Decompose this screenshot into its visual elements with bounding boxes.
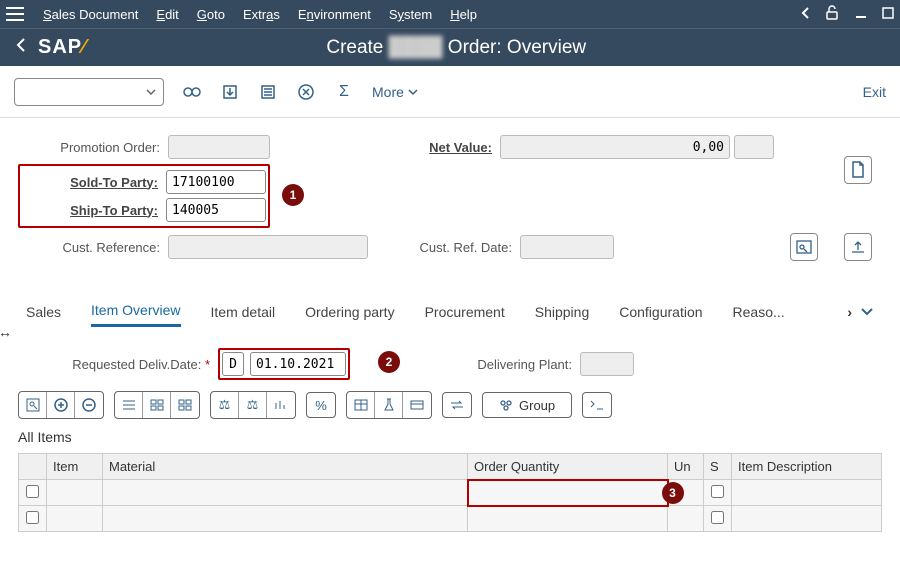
delivering-plant-label: Delivering Plant: <box>460 357 580 372</box>
menu-system[interactable]: System <box>389 7 432 22</box>
table-icon[interactable] <box>347 392 375 418</box>
col-s[interactable]: S <box>704 454 732 480</box>
scales2-icon[interactable]: ⚖ <box>239 392 267 418</box>
settings-icon[interactable] <box>582 392 612 418</box>
menu-help[interactable]: Help <box>450 7 477 22</box>
all-items-title: All Items <box>18 429 882 445</box>
menu-sales-document[interactable]: Sales Document <box>43 7 138 22</box>
req-delivery-date-label: Requested Deliv.Date: <box>18 357 218 372</box>
menu-edit[interactable]: Edit <box>156 7 178 22</box>
col-description[interactable]: Item Description <box>732 454 882 480</box>
add-icon[interactable] <box>47 392 75 418</box>
cust-ref-label: Cust. Reference: <box>18 240 168 255</box>
item-toolbar: ⚖ ⚖ % Group <box>18 391 882 419</box>
col-order-qty[interactable]: Order Quantity <box>468 454 668 480</box>
scales-icon[interactable]: ⚖ <box>211 392 239 418</box>
minimize-icon[interactable] <box>854 6 868 23</box>
cust-ref-date-field[interactable] <box>520 235 614 259</box>
header-form: Promotion Order: Net Value: Sold-To Part… <box>0 118 900 276</box>
cancel-icon[interactable] <box>296 82 316 102</box>
sum-icon[interactable]: Σ <box>334 82 354 102</box>
table-row[interactable] <box>19 506 882 532</box>
expand-arrow-icon[interactable]: ↔ <box>0 324 12 340</box>
tabs-ellipsis-icon[interactable]: › <box>847 304 852 320</box>
remove-icon[interactable] <box>75 392 103 418</box>
exit-link[interactable]: Exit <box>863 84 886 100</box>
more-menu[interactable]: More <box>372 84 419 100</box>
cust-ref-date-label: Cust. Ref. Date: <box>410 240 520 255</box>
col-material[interactable]: Material <box>103 454 468 480</box>
tab-configuration[interactable]: Configuration <box>619 298 702 326</box>
page-title: Create ████ Order: Overview <box>26 37 886 59</box>
row-checkbox[interactable] <box>711 511 724 524</box>
export-doc-icon[interactable] <box>844 233 872 261</box>
group-button[interactable]: Group <box>482 392 572 418</box>
variant-combo[interactable] <box>14 78 164 106</box>
grid-icon[interactable] <box>143 392 171 418</box>
sold-to-field[interactable] <box>166 170 266 194</box>
date-type-field[interactable] <box>222 352 244 376</box>
tab-procurement[interactable]: Procurement <box>425 298 505 326</box>
row-checkbox[interactable] <box>26 485 39 498</box>
card-icon[interactable] <box>403 392 431 418</box>
title-bar: SAP⁄ Create ████ Order: Overview <box>0 28 900 66</box>
lock-icon[interactable] <box>824 5 840 24</box>
net-value-field <box>500 135 730 159</box>
chevron-left-icon[interactable] <box>800 6 810 23</box>
menu-goto[interactable]: Goto <box>197 7 225 22</box>
transfer-icon[interactable] <box>442 392 472 418</box>
req-delivery-date-field[interactable] <box>250 352 346 376</box>
flask-icon[interactable] <box>375 392 403 418</box>
menu-bar: Sales Document Edit Goto Extras Environm… <box>0 0 900 28</box>
tab-bar: Sales Item Overview Item detail Ordering… <box>0 296 900 327</box>
row-checkbox[interactable] <box>26 511 39 524</box>
app-toolbar: Σ More Exit <box>0 66 900 118</box>
hamburger-icon[interactable] <box>6 7 24 21</box>
document-icon[interactable] <box>844 156 872 184</box>
table-row[interactable] <box>19 480 882 506</box>
tab-reason[interactable]: Reaso... <box>733 298 785 326</box>
import-icon[interactable] <box>220 82 240 102</box>
col-unit[interactable]: Un <box>668 454 704 480</box>
list2-icon[interactable] <box>115 392 143 418</box>
row-checkbox[interactable] <box>711 485 724 498</box>
menu-environment[interactable]: Environment <box>298 7 371 22</box>
cust-ref-field[interactable] <box>168 235 368 259</box>
annotation-1: 1 <box>282 184 304 206</box>
display-icon[interactable] <box>182 82 202 102</box>
chart-icon[interactable] <box>267 392 295 418</box>
col-item[interactable]: Item <box>47 454 103 480</box>
detail-icon[interactable] <box>19 392 47 418</box>
annotation-3: 3 <box>662 482 684 504</box>
items-table: Item Material Order Quantity Un S Item D… <box>18 453 882 532</box>
tab-item-detail[interactable]: Item detail <box>211 298 276 326</box>
display-doc-icon[interactable] <box>790 233 818 261</box>
list-icon[interactable] <box>258 82 278 102</box>
grid2-icon[interactable] <box>171 392 199 418</box>
percent-icon[interactable]: % <box>306 392 336 418</box>
sold-to-label[interactable]: Sold-To Party: <box>22 175 166 190</box>
ship-to-label[interactable]: Ship-To Party: <box>22 203 166 218</box>
tabs-chevron-down-icon[interactable] <box>860 304 874 320</box>
promotion-order-field[interactable] <box>168 135 270 159</box>
maximize-icon[interactable] <box>882 7 894 22</box>
col-select[interactable] <box>19 454 47 480</box>
tab-shipping[interactable]: Shipping <box>535 298 590 326</box>
tab-item-overview[interactable]: Item Overview <box>91 296 180 327</box>
delivering-plant-field[interactable] <box>580 352 634 376</box>
net-value-label[interactable]: Net Value: <box>380 140 500 155</box>
tab-ordering-party[interactable]: Ordering party <box>305 298 394 326</box>
annotation-2: 2 <box>378 351 400 373</box>
tab-sales[interactable]: Sales <box>26 298 61 326</box>
currency-field <box>734 135 774 159</box>
menu-extras[interactable]: Extras <box>243 7 280 22</box>
overview-pane: Requested Deliv.Date: 2 Delivering Plant… <box>0 339 900 542</box>
promotion-order-label: Promotion Order: <box>18 140 168 155</box>
ship-to-field[interactable] <box>166 198 266 222</box>
